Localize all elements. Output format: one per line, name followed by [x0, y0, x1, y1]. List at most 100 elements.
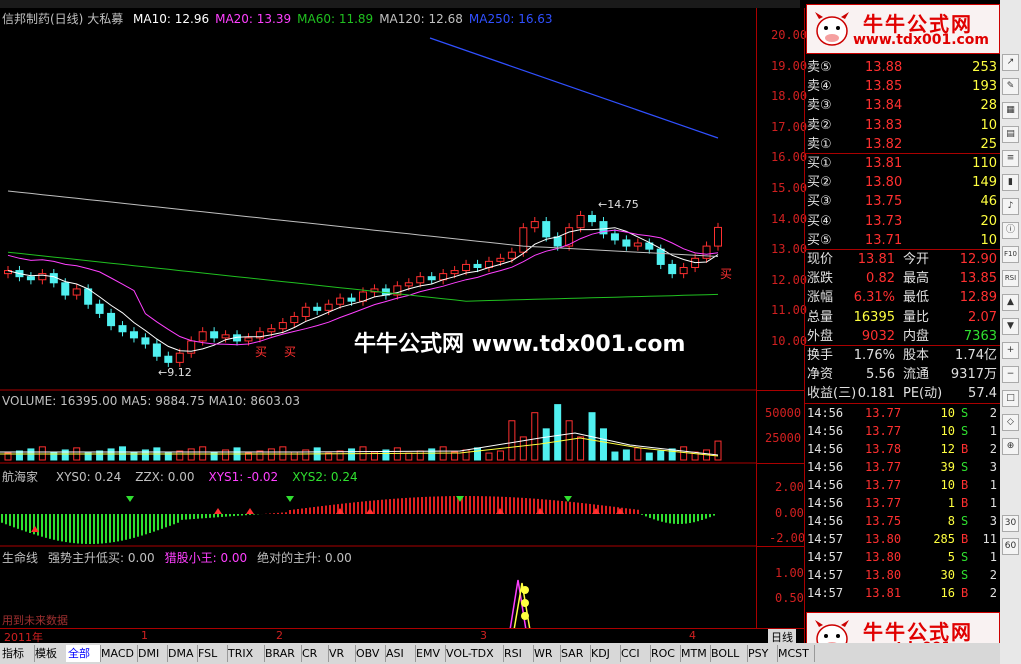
- indicator-tab[interactable]: MCST: [776, 645, 815, 662]
- tick-count: 11: [982, 531, 997, 546]
- ma-legend-item: MA120: 12.68: [379, 12, 463, 26]
- tick-price: 13.80: [865, 531, 902, 546]
- indicator-tab[interactable]: BRAR: [263, 645, 302, 662]
- stats-row: 涨幅 6.31% 最低 12.89: [807, 288, 999, 307]
- indicator-tab[interactable]: PSY: [746, 645, 778, 662]
- zoom-icon[interactable]: ⊕: [1002, 438, 1019, 455]
- level-label: 买③: [807, 194, 832, 210]
- info-icon[interactable]: ⓘ: [1002, 222, 1019, 239]
- f10-icon[interactable]: F10: [1002, 246, 1019, 263]
- line-chart-icon[interactable]: ↗: [1002, 54, 1019, 71]
- indicator-tab[interactable]: RSI: [502, 645, 534, 662]
- candle-body: [416, 276, 425, 284]
- bell-icon[interactable]: ♪: [1002, 198, 1019, 215]
- minus-icon[interactable]: −: [1002, 366, 1019, 383]
- tick-price: 13.80: [865, 567, 902, 582]
- stock-title: 信邦制药(日线): [2, 12, 84, 26]
- indicator-tab[interactable]: KDJ: [589, 645, 621, 662]
- indicator-tab[interactable]: MTM: [679, 645, 711, 662]
- tick-count: 2: [989, 405, 997, 420]
- indicator-tab[interactable]: ASI: [384, 645, 416, 662]
- tick-time: 14:56: [807, 405, 844, 420]
- indicator-tab[interactable]: OBV: [354, 645, 386, 662]
- indicator-tab[interactable]: 全部: [66, 645, 101, 662]
- axis-separator: [757, 546, 805, 547]
- future-data-note: 用到未来数据: [2, 614, 68, 627]
- indicator-tab[interactable]: ROC: [649, 645, 681, 662]
- site-logo-top: 牛牛公式网 www.tdx001.com: [806, 4, 1000, 54]
- volume-bar: [599, 428, 607, 461]
- table-icon[interactable]: ▤: [1002, 126, 1019, 143]
- indicator-tab[interactable]: 模板: [33, 645, 68, 662]
- candle-body: [72, 288, 81, 296]
- period-30-button[interactable]: 30: [1002, 515, 1019, 532]
- indicator-tab[interactable]: WR: [532, 645, 561, 662]
- plus-icon[interactable]: +: [1002, 342, 1019, 359]
- candle-body: [656, 248, 665, 265]
- level-price: 13.71: [865, 232, 903, 248]
- chart-area[interactable]: ←14.75 ←9.12 买买买 信邦制药(日线) 大私募 MA10: 12.96 M…: [0, 8, 756, 628]
- period-60-button[interactable]: 60: [1002, 538, 1019, 555]
- level-volume: 10: [980, 117, 997, 133]
- grid-icon[interactable]: ▦: [1002, 102, 1019, 119]
- indicator-tab[interactable]: TRIX: [226, 645, 265, 662]
- bar-icon[interactable]: ▮: [1002, 174, 1019, 191]
- indicator-tab[interactable]: CCI: [619, 645, 651, 662]
- volume-bar: [554, 404, 562, 461]
- candle-body: [107, 312, 116, 327]
- volume-bar: [714, 440, 722, 461]
- rsi-icon[interactable]: RSI: [1002, 270, 1019, 287]
- tick-side: S: [961, 405, 969, 420]
- indicator-tab[interactable]: CR: [300, 645, 329, 662]
- tick-row: 14:56 13.75 8 S 3: [807, 512, 999, 530]
- arrow-up-icon[interactable]: ▲: [1002, 294, 1019, 311]
- indicator-tab[interactable]: DMA: [166, 645, 198, 662]
- month-label: 2: [276, 629, 283, 642]
- tick-volume: 8: [947, 513, 955, 528]
- level-price: 13.83: [865, 117, 903, 133]
- square-icon[interactable]: □: [1002, 390, 1019, 407]
- quote-panel: 卖⑤ 13.88 253 卖④ 13.85 193 卖③ 13.84 28 卖② 13.83 10 卖①…: [804, 8, 1001, 648]
- indicator-tab[interactable]: VR: [327, 645, 356, 662]
- level-volume: 193: [972, 79, 997, 95]
- candle-body: [164, 355, 173, 363]
- indicator-tab[interactable]: MACD: [99, 645, 138, 662]
- chart-canvas[interactable]: ←14.75←9.12买 买买: [0, 8, 756, 628]
- axis-separator: [757, 463, 805, 464]
- tick-time: 14:56: [807, 441, 844, 456]
- pen-icon[interactable]: ✎: [1002, 78, 1019, 95]
- price-tick-label: 14.00: [771, 211, 808, 226]
- cow-icon: [815, 12, 849, 46]
- level-volume: 110: [972, 156, 997, 171]
- indicator-tab[interactable]: SAR: [559, 645, 591, 662]
- indicator-tab[interactable]: FSL: [196, 645, 228, 662]
- life-axis-mid: 0.50: [775, 591, 804, 605]
- watermark: 牛牛公式网 www.tdx001.com: [354, 332, 686, 357]
- tick-row: 14:56 13.77 1 B 1: [807, 494, 999, 512]
- indicator-tab[interactable]: VOL-TDX: [444, 645, 504, 662]
- candle-body: [427, 276, 436, 281]
- vol-axis-top: 50000: [765, 406, 802, 420]
- order-book-sell-row: 卖⑤ 13.88 253: [807, 58, 999, 77]
- tick-row: 14:57 13.80 5 S 1: [807, 548, 999, 566]
- tick-price: 13.77: [865, 477, 902, 492]
- volume-bar: [645, 452, 653, 461]
- indicator-tab[interactable]: DMI: [136, 645, 168, 662]
- stat-label: 换手: [807, 348, 834, 363]
- lifeline-item: 猎股小王: 0.00: [164, 551, 248, 565]
- stat-label: 最高: [903, 271, 930, 287]
- ma-legend-item: MA10: 12.96: [133, 12, 210, 26]
- tick-time: 14:56: [807, 477, 844, 492]
- volume-bar: [428, 448, 436, 461]
- arrow-down-icon[interactable]: ▼: [1002, 318, 1019, 335]
- indicator-tab[interactable]: 指标: [0, 645, 35, 662]
- stat-value: 12.89: [959, 290, 997, 306]
- indicator-tab[interactable]: EMV: [414, 645, 446, 662]
- fit-icon[interactable]: ◇: [1002, 414, 1019, 431]
- indicator-tab[interactable]: BOLL: [709, 645, 748, 662]
- high-marker: ←14.75: [598, 198, 639, 211]
- level-label: 买④: [807, 213, 832, 229]
- candle-body: [679, 267, 688, 275]
- list-icon[interactable]: ≡: [1002, 150, 1019, 167]
- price-tick-label: 19.00: [771, 58, 808, 73]
